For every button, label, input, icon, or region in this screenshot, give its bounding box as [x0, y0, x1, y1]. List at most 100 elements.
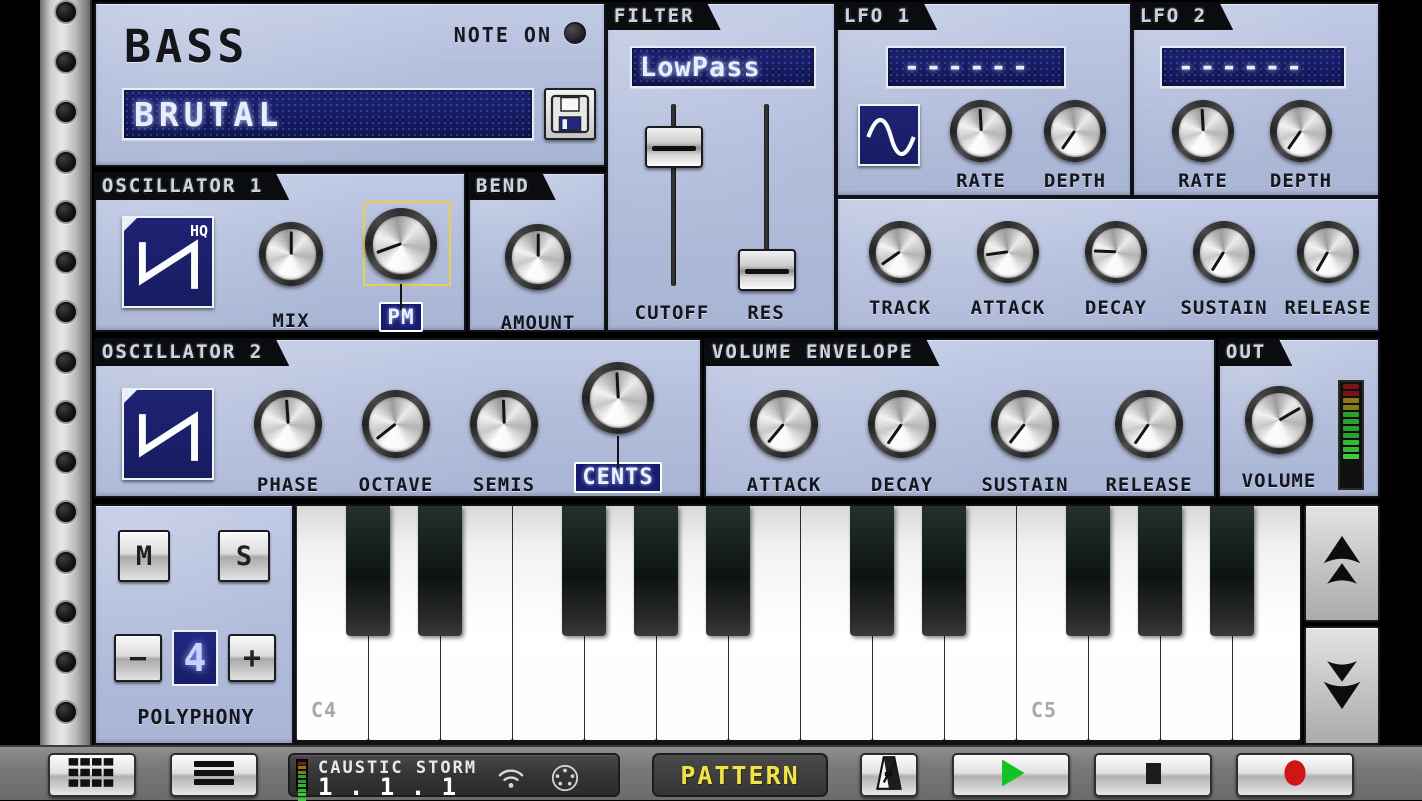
out-volume-knob-pointer: [1278, 407, 1300, 421]
osc2-waveform-button[interactable]: [122, 388, 214, 480]
rail-screw-hole: [54, 200, 78, 224]
save-preset-button[interactable]: [544, 88, 596, 140]
amp-release-knob[interactable]: [1115, 390, 1183, 458]
rail-screw-hole: [54, 50, 78, 74]
volume-envelope-title: VOLUME ENVELOPE: [704, 338, 940, 366]
amp-sustain-label: SUSTAIN: [960, 474, 1090, 496]
osc2-cents-knob[interactable]: [582, 362, 654, 434]
out-title: OUT: [1218, 338, 1292, 366]
oscillator-1-title: OSCILLATOR 1: [94, 172, 289, 200]
bend-title: BEND: [468, 172, 556, 200]
pattern-mode-label: PATTERN: [680, 761, 799, 790]
filter-type-display[interactable]: LowPass: [630, 46, 816, 88]
play-button[interactable]: [952, 753, 1070, 797]
rail-screw-hole: [54, 700, 78, 724]
lfo-1-depth-label: DEPTH: [1028, 170, 1122, 192]
preset-name-display[interactable]: BRUTAL: [122, 88, 534, 140]
osc2-phase-label: PHASE: [234, 474, 342, 496]
polyphony-value-text: 4: [184, 636, 207, 680]
filter-release-knob-group: RELEASE: [1274, 221, 1382, 319]
out-volume-knob[interactable]: [1245, 386, 1313, 454]
filter-decay-knob[interactable]: [1085, 221, 1147, 283]
metronome-button[interactable]: [860, 753, 918, 797]
osc2-octave-knob[interactable]: [362, 390, 430, 458]
black-key[interactable]: [706, 506, 750, 636]
lfo-2-depth-knob[interactable]: [1270, 100, 1332, 162]
osc1-mix-knob[interactable]: [259, 222, 323, 286]
res-slider-handle[interactable]: [738, 249, 796, 291]
filter-track-knob[interactable]: [869, 221, 931, 283]
filter-sustain-knob-group: SUSTAIN: [1170, 221, 1278, 319]
hamburger-menu-icon: [185, 757, 243, 793]
rail-screw-hole: [54, 150, 78, 174]
lfo-1-title: LFO 1: [836, 2, 937, 30]
octave-down-button[interactable]: [1304, 626, 1380, 745]
black-key[interactable]: [634, 506, 678, 636]
rail-screw-hole: [54, 350, 78, 374]
lfo-1-display[interactable]: ------: [886, 46, 1066, 88]
filter-track-knob-group: TRACK: [846, 221, 954, 319]
osc1-mix-knob-pointer: [290, 232, 293, 255]
lfo-1-depth-knob[interactable]: [1044, 100, 1106, 162]
amp-decay-knob-group: DECAY: [842, 390, 962, 496]
black-key[interactable]: [922, 506, 966, 636]
lfo-1-rate-label: RATE: [934, 170, 1028, 192]
filter-release-knob[interactable]: [1297, 221, 1359, 283]
lfo-1-waveform-button[interactable]: [858, 104, 920, 166]
filter-attack-knob-group: ATTACK: [954, 221, 1062, 319]
lfo-2-depth-label: DEPTH: [1254, 170, 1348, 192]
lfo-2-depth-knob-group: DEPTH: [1254, 100, 1348, 192]
lfo-2-rate-knob[interactable]: [1172, 100, 1234, 162]
osc1-waveform-button[interactable]: HQ: [122, 216, 214, 308]
record-button[interactable]: [1236, 753, 1354, 797]
osc2-semis-label: SEMIS: [450, 474, 558, 496]
black-key[interactable]: [1138, 506, 1182, 636]
osc1-mix-label: MIX: [236, 310, 346, 332]
grid-view-button[interactable]: [48, 753, 136, 797]
polyphony-increment-button[interactable]: +: [228, 634, 276, 682]
osc2-phase-knob[interactable]: [254, 390, 322, 458]
pattern-mode-button[interactable]: PATTERN: [652, 753, 828, 797]
lfo-2-display[interactable]: ------: [1160, 46, 1346, 88]
filter-attack-label: ATTACK: [954, 297, 1062, 319]
black-key[interactable]: [418, 506, 462, 636]
polyphony-decrement-button[interactable]: −: [114, 634, 162, 682]
cutoff-slider-handle[interactable]: [645, 126, 703, 168]
black-key[interactable]: [562, 506, 606, 636]
lfo-2-title: LFO 2: [1132, 2, 1233, 30]
transport-position-display[interactable]: CAUSTIC STORM 1 . 1 . 1: [288, 753, 620, 797]
lfo-1-depth-knob-pointer: [1061, 130, 1076, 149]
menu-button[interactable]: [170, 753, 258, 797]
black-key[interactable]: [346, 506, 390, 636]
black-key[interactable]: [1210, 506, 1254, 636]
bottom-toolbar: CAUSTIC STORM 1 . 1 . 1 PATTERN: [0, 745, 1422, 800]
black-key[interactable]: [1066, 506, 1110, 636]
mute-button[interactable]: M: [118, 530, 170, 582]
osc2-semis-knob[interactable]: [470, 390, 538, 458]
channel-strip-panel: M S − 4 + POLYPHONY: [94, 504, 294, 745]
piano-keyboard[interactable]: C4 C5: [294, 504, 1302, 745]
lfo-1-rate-knob[interactable]: [950, 100, 1012, 162]
preset-name-text: BRUTAL: [124, 95, 283, 134]
filter-attack-knob[interactable]: [977, 221, 1039, 283]
filter-decay-knob-pointer: [1094, 250, 1116, 253]
amp-attack-knob[interactable]: [750, 390, 818, 458]
stop-button[interactable]: [1094, 753, 1212, 797]
amp-decay-knob[interactable]: [868, 390, 936, 458]
cutoff-label: CUTOFF: [616, 302, 728, 324]
out-volume-label: VOLUME: [1226, 470, 1332, 492]
volume-envelope-panel: VOLUME ENVELOPE ATTACK DECAY: [704, 338, 1216, 498]
oscillator-2-title: OSCILLATOR 2: [94, 338, 289, 366]
octave-up-button[interactable]: [1304, 504, 1380, 622]
lfo-2-rate-knob-group: RATE: [1156, 100, 1250, 192]
osc2-octave-knob-group: OCTAVE: [342, 390, 450, 496]
filter-sustain-knob[interactable]: [1193, 221, 1255, 283]
osc1-pm-knob[interactable]: [365, 208, 437, 280]
amp-sustain-knob[interactable]: [991, 390, 1059, 458]
black-key[interactable]: [850, 506, 894, 636]
bend-amount-knob-pointer: [537, 234, 540, 257]
bend-amount-knob[interactable]: [505, 224, 571, 290]
solo-button[interactable]: S: [218, 530, 270, 582]
filter-title: FILTER: [606, 2, 721, 30]
rail-screw-hole: [54, 250, 78, 274]
